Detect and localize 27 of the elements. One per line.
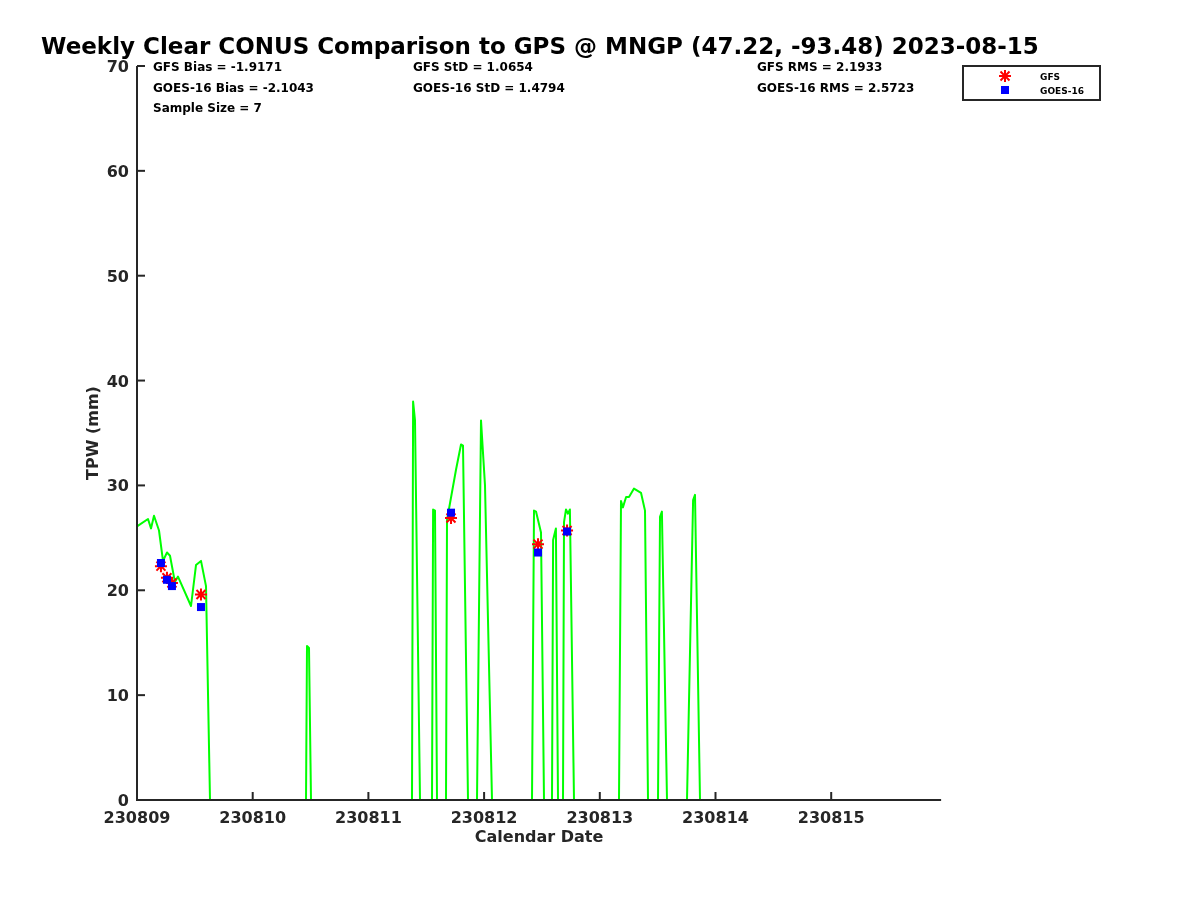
legend-label: GOES-16 [1040,86,1084,96]
y-tick-label: 40 [106,371,129,391]
x-axis-title: Calendar Date [474,827,604,846]
x-tick-label: 230810 [219,808,287,827]
x-tick-label: 230809 [103,808,171,827]
stat-text: GFS StD = 1.0654 [413,60,533,74]
chart-title: Weekly Clear CONUS Comparison to GPS @ MNGP (47.22, -93.48) 2023-08-15 [41,32,1039,60]
x-tick-label: 230814 [682,808,749,827]
stat-text: Sample Size = 7 [153,101,262,115]
y-tick-label: 60 [106,161,129,181]
y-tick-label: 70 [106,60,129,76]
y-tick-label: 10 [106,686,129,706]
x-tick-label: 230813 [566,808,634,827]
y-tick-label: 0 [117,791,129,810]
x-tick-label: 230815 [797,808,865,827]
x-tick-label: 230812 [450,808,518,827]
legend-label: GFS [1040,72,1061,82]
y-tick-label: 50 [106,266,129,286]
stat-text: GOES-16 RMS = 2.5723 [757,81,915,95]
stat-text: GFS Bias = -1.9171 [153,60,283,74]
stat-text: GOES-16 StD = 1.4794 [413,81,565,95]
y-tick-label: 20 [106,581,129,601]
y-axis-title: TPW (mm) [83,386,102,480]
stat-text: GFS RMS = 2.1933 [757,60,883,74]
stat-text: GOES-16 Bias = -2.1043 [153,81,314,95]
y-tick-label: 30 [106,476,129,496]
x-tick-label: 230811 [335,808,402,827]
